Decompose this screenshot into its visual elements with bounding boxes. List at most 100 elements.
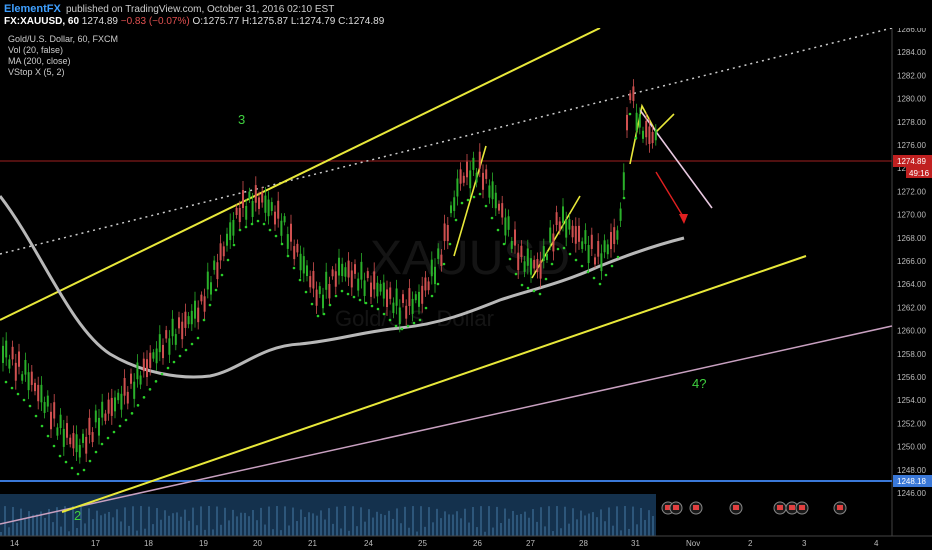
candle-body bbox=[504, 217, 507, 236]
candle-body bbox=[472, 157, 475, 170]
price-chart[interactable]: XAUUSD Gold/U.S. Dollar 3 2 4? 1286.0012… bbox=[0, 28, 932, 550]
candle-body bbox=[197, 307, 200, 323]
vstop-dot bbox=[322, 312, 326, 316]
volume-bar bbox=[332, 523, 334, 536]
candle-body bbox=[40, 384, 43, 403]
candle-body bbox=[120, 393, 123, 410]
moving-average-line[interactable] bbox=[0, 195, 685, 379]
candle-body bbox=[568, 219, 571, 230]
candle-body bbox=[395, 288, 398, 306]
candle-body bbox=[453, 197, 456, 211]
volume-bar bbox=[648, 510, 650, 536]
candle-body bbox=[619, 208, 622, 221]
candle-body bbox=[139, 375, 142, 385]
candle-body bbox=[382, 282, 385, 299]
time-axis[interactable]: 14 17 18 19 20 21 24 25 26 27 28 31 Nov 2 3 4 bbox=[10, 539, 879, 548]
price-tick-label: 1278.00 bbox=[897, 118, 926, 127]
candle-body bbox=[629, 93, 632, 101]
volume-bar bbox=[328, 508, 330, 536]
candle-body bbox=[354, 264, 356, 274]
volume-bar bbox=[176, 512, 178, 536]
volume-bar bbox=[420, 506, 422, 536]
vstop-dot bbox=[622, 196, 626, 200]
candle-body bbox=[290, 223, 292, 242]
candle-body bbox=[600, 253, 603, 272]
volume-bar bbox=[408, 527, 410, 536]
dotted-trendline[interactable] bbox=[0, 28, 893, 255]
volume-bar bbox=[472, 507, 474, 536]
volume-bar bbox=[188, 520, 190, 536]
volume-bar bbox=[116, 509, 118, 536]
volume-bar bbox=[352, 506, 354, 536]
vstop-dot bbox=[244, 225, 248, 229]
vstop-dot bbox=[34, 414, 38, 418]
volume-bar bbox=[396, 508, 398, 536]
volume-bar bbox=[144, 528, 146, 536]
candle-body bbox=[411, 298, 414, 314]
candle-body bbox=[27, 372, 30, 391]
volume-bar bbox=[316, 515, 318, 536]
volume-bar bbox=[152, 524, 154, 536]
price-axis[interactable]: 1286.00 1284.00 1282.00 1280.00 1278.00 1276.… bbox=[897, 28, 926, 498]
volume-bar bbox=[468, 522, 470, 536]
volume-bar bbox=[380, 513, 382, 536]
volume-bar bbox=[376, 511, 378, 536]
candle-body bbox=[155, 348, 158, 364]
candle-body bbox=[501, 203, 504, 218]
vstop-dot bbox=[346, 292, 350, 296]
volume-bar bbox=[76, 528, 78, 536]
projection-line[interactable] bbox=[639, 109, 713, 209]
volume-bar bbox=[356, 526, 358, 536]
volume-bar bbox=[652, 516, 654, 536]
vstop-dot bbox=[166, 366, 170, 370]
time-tick-label: 27 bbox=[526, 539, 535, 548]
vstop-dot bbox=[520, 283, 524, 287]
time-tick-label: 20 bbox=[253, 539, 262, 548]
candle-body bbox=[546, 253, 548, 260]
author-name[interactable]: ElementFX bbox=[4, 3, 61, 15]
last-price-tag: 1274.89 bbox=[897, 157, 926, 166]
volume-bar bbox=[120, 521, 122, 536]
candle-body bbox=[238, 207, 241, 223]
candle-body bbox=[222, 246, 225, 257]
vstop-dot bbox=[514, 272, 518, 276]
candle-body bbox=[427, 281, 430, 291]
volume-bar bbox=[460, 518, 462, 536]
candle-body bbox=[622, 172, 625, 191]
volume-bar bbox=[292, 507, 294, 536]
vstop-dot bbox=[460, 201, 464, 205]
flag-icon bbox=[799, 505, 805, 510]
vstop-dot bbox=[124, 418, 128, 422]
flag-icon bbox=[837, 505, 843, 510]
vstop-dot bbox=[484, 204, 488, 208]
candle-body bbox=[66, 423, 68, 438]
price-tick-label: 1270.00 bbox=[897, 211, 926, 220]
volume-bar bbox=[360, 507, 362, 536]
candle-body bbox=[200, 294, 203, 302]
time-tick-label: 2 bbox=[748, 539, 753, 548]
candle-body bbox=[21, 374, 24, 381]
candle-body bbox=[190, 310, 193, 325]
candle-body bbox=[53, 402, 56, 419]
price-tick-label: 1276.00 bbox=[897, 141, 926, 150]
price-change: −0.83 (−0.07%) bbox=[120, 16, 190, 27]
volume-bar bbox=[548, 506, 550, 536]
flag-icon bbox=[673, 505, 679, 510]
vstop-dot bbox=[586, 270, 590, 274]
event-markers[interactable] bbox=[661, 501, 847, 515]
time-tick-label: 26 bbox=[473, 539, 482, 548]
vstop-dot bbox=[238, 228, 242, 232]
volume-bar bbox=[216, 506, 218, 536]
candle-body bbox=[331, 269, 334, 277]
candle-body bbox=[405, 305, 408, 319]
candle-body bbox=[334, 271, 337, 287]
candle-body bbox=[5, 340, 8, 358]
volume-bar bbox=[636, 524, 638, 536]
vstop-dot bbox=[190, 342, 194, 346]
candle-body bbox=[229, 222, 232, 241]
candle-body bbox=[494, 192, 497, 209]
candle-body bbox=[258, 197, 260, 209]
volume-bar bbox=[448, 514, 450, 536]
candle-body bbox=[597, 241, 600, 257]
vstop-dot bbox=[316, 314, 320, 318]
